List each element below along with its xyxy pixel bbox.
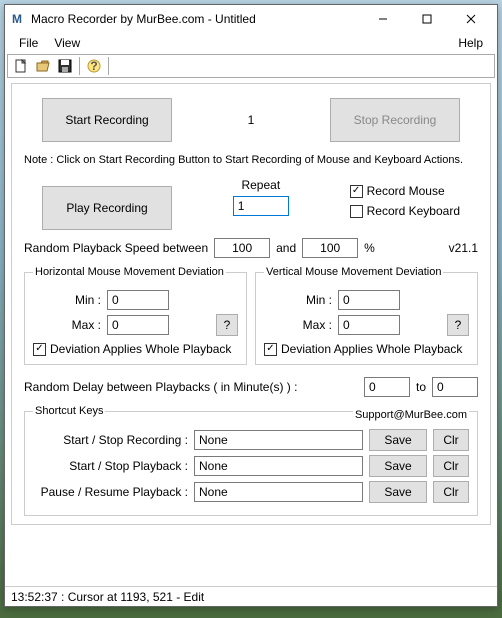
statusbar: 13:52:37 : Cursor at 1193, 521 - Edit <box>5 586 497 606</box>
shortcut-row: Pause / Resume Playback : Save Clr <box>33 481 469 503</box>
speed-min-input[interactable] <box>214 238 270 258</box>
shortcut-clear-button[interactable]: Clr <box>433 455 469 477</box>
shortcut-label: Pause / Resume Playback : <box>33 485 188 499</box>
version-label: v21.1 <box>449 241 478 255</box>
delay-to-input[interactable] <box>432 377 478 397</box>
hdev-help-button[interactable]: ? <box>216 314 238 336</box>
support-link[interactable]: Support@MurBee.com <box>353 409 469 421</box>
shortcut-clear-button[interactable]: Clr <box>433 481 469 503</box>
vdev-help-button[interactable]: ? <box>447 314 469 336</box>
hdev-whole-checkbox[interactable]: ✓ Deviation Applies Whole Playback <box>33 342 238 356</box>
shortcut-input[interactable] <box>194 482 363 502</box>
new-icon[interactable] <box>11 56 31 76</box>
speed-label: Random Playback Speed between <box>24 241 208 255</box>
close-button[interactable] <box>449 6 493 32</box>
shortcut-label: Start / Stop Recording : <box>33 433 188 447</box>
record-mouse-checkbox[interactable]: ✓ Record Mouse <box>350 184 460 198</box>
vdev-min-input[interactable] <box>338 290 400 310</box>
shortcut-keys-group: Shortcut Keys Support@MurBee.com Start /… <box>24 405 478 516</box>
shortcut-save-button[interactable]: Save <box>369 481 427 503</box>
note-text: Note : Click on Start Recording Button t… <box>24 150 478 170</box>
help-icon[interactable]: ? <box>84 56 104 76</box>
hdev-legend: Horizontal Mouse Movement Deviation <box>33 266 226 278</box>
start-recording-button[interactable]: Start Recording <box>42 98 172 142</box>
shortcut-input[interactable] <box>194 430 363 450</box>
content-area: Start Recording 1 Stop Recording Note : … <box>5 79 497 586</box>
menu-view[interactable]: View <box>46 34 88 52</box>
shortcut-rows: Start / Stop Recording :SaveClrStart / S… <box>33 429 469 503</box>
menu-help[interactable]: Help <box>450 34 491 52</box>
delay-from-input[interactable] <box>364 377 410 397</box>
vdev-min-label: Min : <box>292 293 332 307</box>
shortcuts-legend: Shortcut Keys <box>33 405 105 417</box>
shortcut-row: Start / Stop Recording : Save Clr <box>33 429 469 451</box>
minimize-button[interactable] <box>361 6 405 32</box>
checkmark-icon: ✓ <box>264 343 277 356</box>
checkbox-empty-icon <box>350 205 363 218</box>
menu-file[interactable]: File <box>11 34 46 52</box>
hdev-chk-label: Deviation Applies Whole Playback <box>50 342 231 356</box>
delay-label: Random Delay between Playbacks ( in Minu… <box>24 380 297 394</box>
play-recording-button[interactable]: Play Recording <box>42 186 172 230</box>
delay-to-label: to <box>416 380 426 394</box>
toolbar: ? <box>7 54 495 78</box>
repeat-label: Repeat <box>241 178 280 192</box>
toolbar-separator <box>108 57 109 75</box>
open-icon[interactable] <box>33 56 53 76</box>
app-icon: M <box>9 11 25 27</box>
horizontal-deviation-group: Horizontal Mouse Movement Deviation Min … <box>24 266 247 365</box>
checkmark-icon: ✓ <box>33 343 46 356</box>
shortcut-row: Start / Stop Playback : Save Clr <box>33 455 469 477</box>
record-keyboard-label: Record Keyboard <box>367 204 460 218</box>
hdev-min-label: Min : <box>61 293 101 307</box>
shortcut-save-button[interactable]: Save <box>369 455 427 477</box>
stop-recording-button[interactable]: Stop Recording <box>330 98 460 142</box>
shortcut-input[interactable] <box>194 456 363 476</box>
checkmark-icon: ✓ <box>350 185 363 198</box>
and-label: and <box>276 241 296 255</box>
status-text: 13:52:37 : Cursor at 1193, 521 - Edit <box>11 590 204 604</box>
app-window: M Macro Recorder by MurBee.com - Untitle… <box>4 4 498 607</box>
save-icon[interactable] <box>55 56 75 76</box>
menubar: File View Help <box>5 33 497 53</box>
shortcut-label: Start / Stop Playback : <box>33 459 188 473</box>
record-keyboard-checkbox[interactable]: Record Keyboard <box>350 204 460 218</box>
percent-label: % <box>364 241 375 255</box>
counter-label: 1 <box>231 113 271 127</box>
titlebar: M Macro Recorder by MurBee.com - Untitle… <box>5 5 497 33</box>
vdev-max-input[interactable] <box>338 315 400 335</box>
repeat-input[interactable] <box>233 196 289 216</box>
record-mouse-label: Record Mouse <box>367 184 445 198</box>
main-panel: Start Recording 1 Stop Recording Note : … <box>11 83 491 525</box>
vdev-max-label: Max : <box>292 318 332 332</box>
shortcut-save-button[interactable]: Save <box>369 429 427 451</box>
speed-max-input[interactable] <box>302 238 358 258</box>
hdev-max-input[interactable] <box>107 315 169 335</box>
maximize-button[interactable] <box>405 6 449 32</box>
shortcut-clear-button[interactable]: Clr <box>433 429 469 451</box>
window-controls <box>361 6 493 32</box>
hdev-min-input[interactable] <box>107 290 169 310</box>
hdev-max-label: Max : <box>61 318 101 332</box>
vertical-deviation-group: Vertical Mouse Movement Deviation Min : … <box>255 266 478 365</box>
vdev-chk-label: Deviation Applies Whole Playback <box>281 342 462 356</box>
vdev-whole-checkbox[interactable]: ✓ Deviation Applies Whole Playback <box>264 342 469 356</box>
svg-text:?: ? <box>90 59 97 73</box>
vdev-legend: Vertical Mouse Movement Deviation <box>264 266 443 278</box>
window-title: Macro Recorder by MurBee.com - Untitled <box>31 12 361 26</box>
toolbar-separator <box>79 57 80 75</box>
